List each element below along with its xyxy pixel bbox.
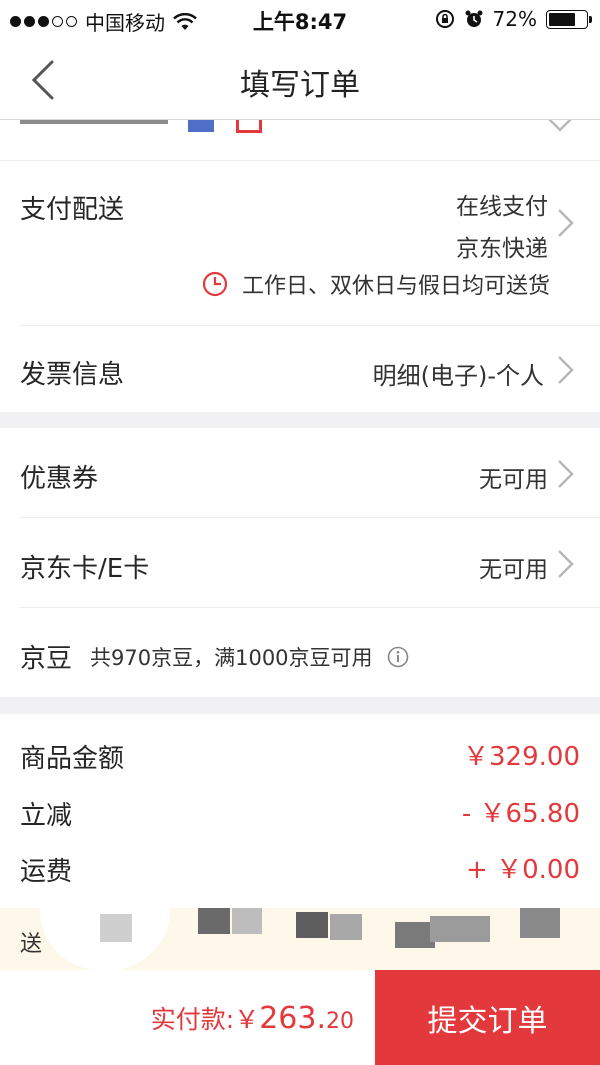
shipping-label: 运费 [20,857,73,887]
section-gap [0,412,600,428]
shipping-value: + ￥0.00 [466,855,580,885]
total-label: 实付款: [150,1005,235,1034]
delivery-method: 京东快递 [456,236,548,262]
section-gap [0,697,600,714]
alarm-clock-icon [465,10,483,27]
info-icon[interactable] [387,646,409,668]
total-payable: 实付款: ￥ 263. 20 [151,1000,354,1036]
clock-icon [202,271,228,297]
total-amount: 263. [259,1001,326,1036]
goods-amount-value: ￥329.00 [463,742,580,772]
jd-bean-label: 京豆 [20,644,73,674]
battery-icon [546,9,592,29]
redaction-overlay [296,912,328,938]
promo-strip: 送 [0,908,600,970]
chevron-right-icon [558,550,574,578]
status-right: 72% [435,7,592,31]
page-title: 填写订单 [240,68,360,103]
total-currency: ￥ [234,1005,260,1034]
rotation-lock-icon [435,10,454,28]
redaction-overlay [395,922,435,948]
submit-order-button[interactable]: 提交订单 [375,970,600,1065]
invoice-row[interactable]: 发票信息 明细(电子)-个人 [0,326,600,412]
address-underline [20,120,168,124]
divider [20,607,600,608]
coupon-row[interactable]: 优惠券 无可用 [0,428,600,517]
jd-card-value: 无可用 [479,557,548,583]
status-bar: 中国移动 上午8:47 72% [0,0,600,40]
redaction-overlay [430,916,490,942]
chevron-right-icon [558,356,574,384]
total-cents: 20 [326,1009,354,1034]
jd-card-label: 京东卡/E卡 [20,554,150,584]
chevron-right-icon [558,460,574,488]
navigation-bar: 填写订单 [0,40,600,120]
redaction-overlay [232,908,262,934]
invoice-value: 明细(电子)-个人 [372,362,544,390]
jd-bean-desc: 共970京豆，满1000京豆可用 [90,645,373,670]
delivery-note: 工作日、双休日与假日均可送货 [202,268,550,300]
battery-fill [549,12,575,26]
verified-icon [188,120,214,132]
phone-icon [236,120,262,133]
payment-delivery-row[interactable]: 支付配送 在线支付 京东快递 [0,161,600,325]
discount-value: - ￥65.80 [461,799,580,829]
goods-amount-label: 商品金额 [20,744,125,774]
chevron-right-icon [558,209,574,237]
redaction-overlay [100,914,132,942]
delivery-note-text: 工作日、双休日与假日均可送货 [241,274,550,299]
promo-text: 送 [20,932,43,957]
redaction-overlay [330,914,362,940]
chevron-down-icon[interactable] [546,120,574,134]
jd-bean-row: 京豆 共970京豆，满1000京豆可用 [20,638,409,675]
discount-label: 立减 [20,801,73,831]
battery-percent: 72% [492,7,537,31]
bottom-bar: 实付款: ￥ 263. 20 提交订单 [0,970,600,1065]
redaction-overlay [520,908,560,938]
jd-card-row[interactable]: 京东卡/E卡 无可用 [0,518,600,607]
invoice-label: 发票信息 [20,360,125,390]
payment-method: 在线支付 [456,194,548,220]
redaction-overlay [198,908,230,934]
coupon-value: 无可用 [479,467,548,493]
payment-delivery-label: 支付配送 [20,195,125,225]
coupon-label: 优惠券 [20,464,99,494]
address-row-partial[interactable] [0,120,600,161]
